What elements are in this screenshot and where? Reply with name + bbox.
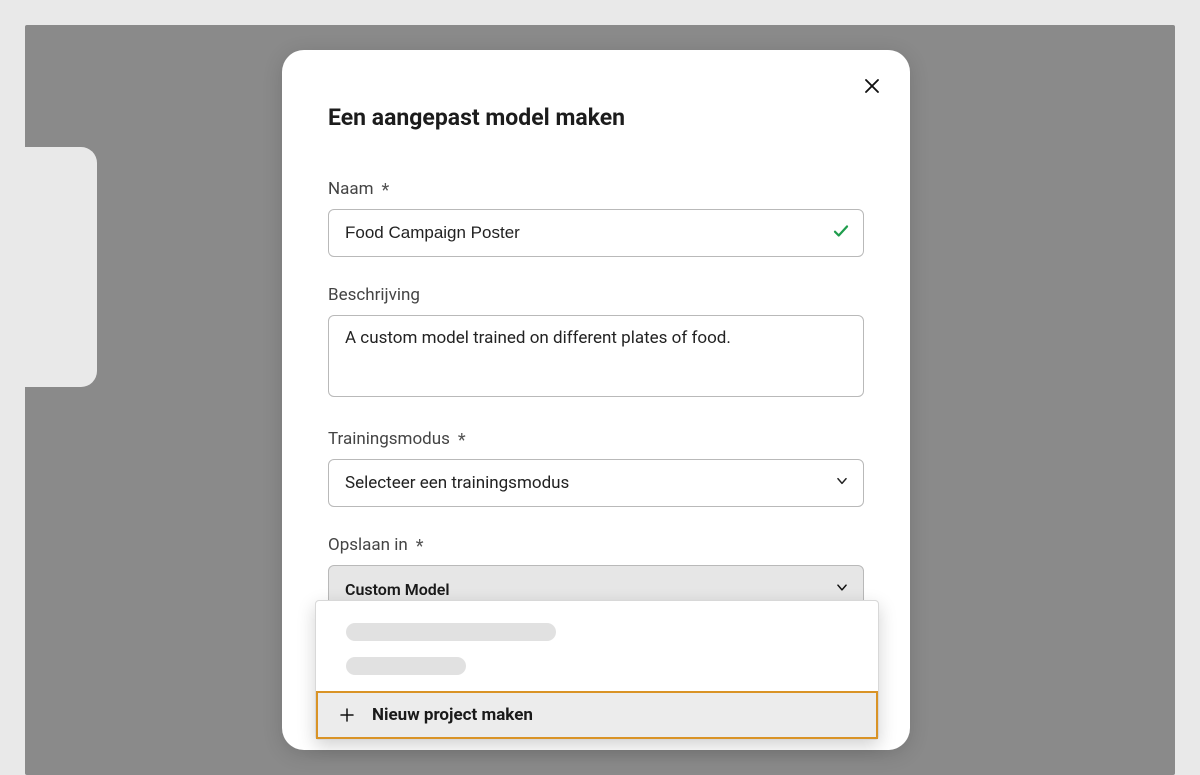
field-description-label-row: Beschrijving [328,285,864,305]
plus-icon [338,706,356,724]
training-mode-select[interactable]: Selecteer een trainingsmodus [328,459,864,507]
close-icon [863,77,881,95]
new-project-label: Nieuw project maken [372,705,533,725]
required-asterisk: * [416,538,424,556]
name-input[interactable] [328,209,864,257]
dropdown-loading-row [316,657,878,691]
check-icon [832,222,850,244]
save-in-dropdown-panel: Nieuw project maken [315,600,879,740]
new-project-button[interactable]: Nieuw project maken [316,691,878,739]
field-description: Beschrijving [328,285,864,401]
field-description-label: Beschrijving [328,285,420,305]
modal-title: Een aangepast model maken [328,104,864,131]
placeholder-bar [346,657,466,675]
field-name: Naam * [328,179,864,257]
field-training-mode-label-row: Trainingsmodus * [328,429,864,449]
field-save-in-label-row: Opslaan in * [328,535,864,555]
field-training-mode-label: Trainingsmodus [328,429,450,449]
chevron-down-icon [835,580,849,599]
field-name-label: Naam [328,179,374,199]
training-mode-placeholder: Selecteer een trainingsmodus [345,473,569,493]
description-input[interactable] [328,315,864,397]
field-name-label-row: Naam * [328,179,864,199]
required-asterisk: * [382,182,390,200]
placeholder-bar [346,623,556,641]
field-save-in-label: Opslaan in [328,535,408,555]
save-in-selected: Custom Model [345,580,450,599]
background-card [0,147,97,387]
close-button[interactable] [858,72,886,100]
chevron-down-icon [835,473,849,493]
field-training-mode: Trainingsmodus * Selecteer een trainings… [328,429,864,507]
dropdown-loading-row [316,623,878,657]
required-asterisk: * [458,432,466,450]
